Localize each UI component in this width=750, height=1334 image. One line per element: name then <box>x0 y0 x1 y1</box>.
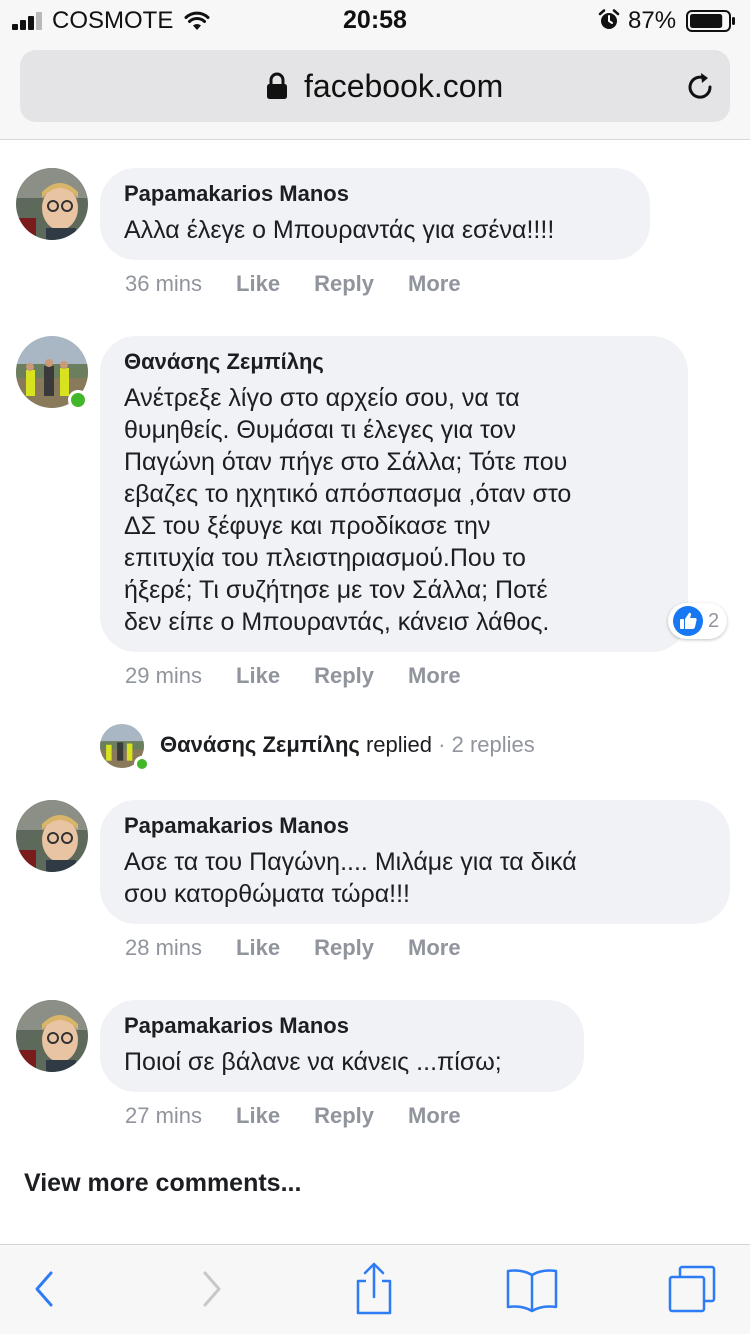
back-icon <box>35 1271 53 1307</box>
comment-text: Αλλα έλεγε ο Μπουραντάς για εσένα!!!! <box>124 216 555 244</box>
comment-bubble: Θανάσης Ζεμπίλης Ανέτρεξε λίγο στο αρχεί… <box>100 336 688 652</box>
comment-time[interactable]: 28 mins <box>125 935 202 961</box>
online-indicator <box>68 390 88 410</box>
back-button[interactable] <box>14 1261 74 1317</box>
view-more-comments-link[interactable]: View more comments... <box>24 1169 301 1198</box>
comment-actions: 27 mins Like Reply More <box>125 1103 461 1129</box>
share-button[interactable] <box>344 1261 404 1317</box>
reply-button[interactable]: Reply <box>314 935 374 961</box>
like-button[interactable]: Like <box>236 1103 280 1129</box>
more-button[interactable]: More <box>408 1103 461 1129</box>
reply-count: · 2 replies <box>438 732 535 757</box>
avatar[interactable] <box>16 1000 88 1072</box>
avatar[interactable] <box>16 800 88 872</box>
reply-author: Θανάσης Ζεμπίλης <box>160 732 360 757</box>
bookmarks-button[interactable] <box>502 1261 562 1317</box>
comments-section: Papamakarios Manos Αλλα έλεγε ο Μπουραντ… <box>0 141 750 1241</box>
tabs-button[interactable] <box>662 1261 722 1317</box>
status-bar: COSMOTE 20:58 87% <box>0 0 750 42</box>
bookmarks-icon <box>506 1269 558 1313</box>
comment-author[interactable]: Papamakarios Manos <box>124 1012 560 1040</box>
reply-button[interactable]: Reply <box>314 271 374 297</box>
more-button[interactable]: More <box>408 935 461 961</box>
more-button[interactable]: More <box>408 271 461 297</box>
avatar[interactable] <box>16 168 88 240</box>
reaction-count[interactable]: 2 <box>668 603 728 639</box>
comment-text: Ασε τα του Παγώνη.... Μιλάμε για τα δικά… <box>124 848 577 908</box>
comment-time[interactable]: 27 mins <box>125 1103 202 1129</box>
forward-button[interactable] <box>182 1261 242 1317</box>
comment-actions: 28 mins Like Reply More <box>125 935 461 961</box>
address-bar[interactable]: facebook.com <box>20 50 730 122</box>
reply-button[interactable]: Reply <box>314 1103 374 1129</box>
reply-verb: replied <box>365 732 433 757</box>
comment-bubble: Papamakarios Manos Αλλα έλεγε ο Μπουραντ… <box>100 168 650 260</box>
like-button[interactable]: Like <box>236 935 280 961</box>
comment-bubble: Papamakarios Manos Ποιοί σε βάλανε να κά… <box>100 1000 584 1092</box>
tabs-icon <box>668 1265 716 1313</box>
comment-text: Ποιοί σε βάλανε να κάνεις ...πίσω; <box>124 1048 502 1076</box>
alarm-icon <box>598 9 620 29</box>
reload-icon[interactable] <box>684 70 718 104</box>
browser-toolbar <box>0 1244 750 1334</box>
more-button[interactable]: More <box>408 663 461 689</box>
browser-top-bar: facebook.com <box>0 42 750 140</box>
comment-time[interactable]: 36 mins <box>125 271 202 297</box>
reply-button[interactable]: Reply <box>314 663 374 689</box>
battery-percent: 87% <box>628 7 677 34</box>
url-text: facebook.com <box>304 68 504 104</box>
like-reaction-icon <box>673 606 703 636</box>
comment-author[interactable]: Θανάσης Ζεμπίλης <box>124 348 664 376</box>
share-icon <box>356 1262 392 1315</box>
reply-summary: Θανάσης Ζεμπίλης replied · 2 replies <box>160 732 535 758</box>
online-indicator <box>134 756 150 772</box>
like-button[interactable]: Like <box>236 271 280 297</box>
comment-actions: 36 mins Like Reply More <box>125 271 461 297</box>
comment-time[interactable]: 29 mins <box>125 663 202 689</box>
forward-icon <box>203 1271 221 1307</box>
reaction-count-number: 2 <box>708 609 720 632</box>
comment-bubble: Papamakarios Manos Ασε τα του Παγώνη....… <box>100 800 730 924</box>
like-button[interactable]: Like <box>236 663 280 689</box>
lock-icon <box>267 72 287 99</box>
comment-author[interactable]: Papamakarios Manos <box>124 180 626 208</box>
comment-actions: 29 mins Like Reply More <box>125 663 461 689</box>
comment-text: Ανέτρεξε λίγο στο αρχείο σου, να τα θυμη… <box>124 384 572 636</box>
comment-author[interactable]: Papamakarios Manos <box>124 812 706 840</box>
battery-icon <box>686 10 735 32</box>
